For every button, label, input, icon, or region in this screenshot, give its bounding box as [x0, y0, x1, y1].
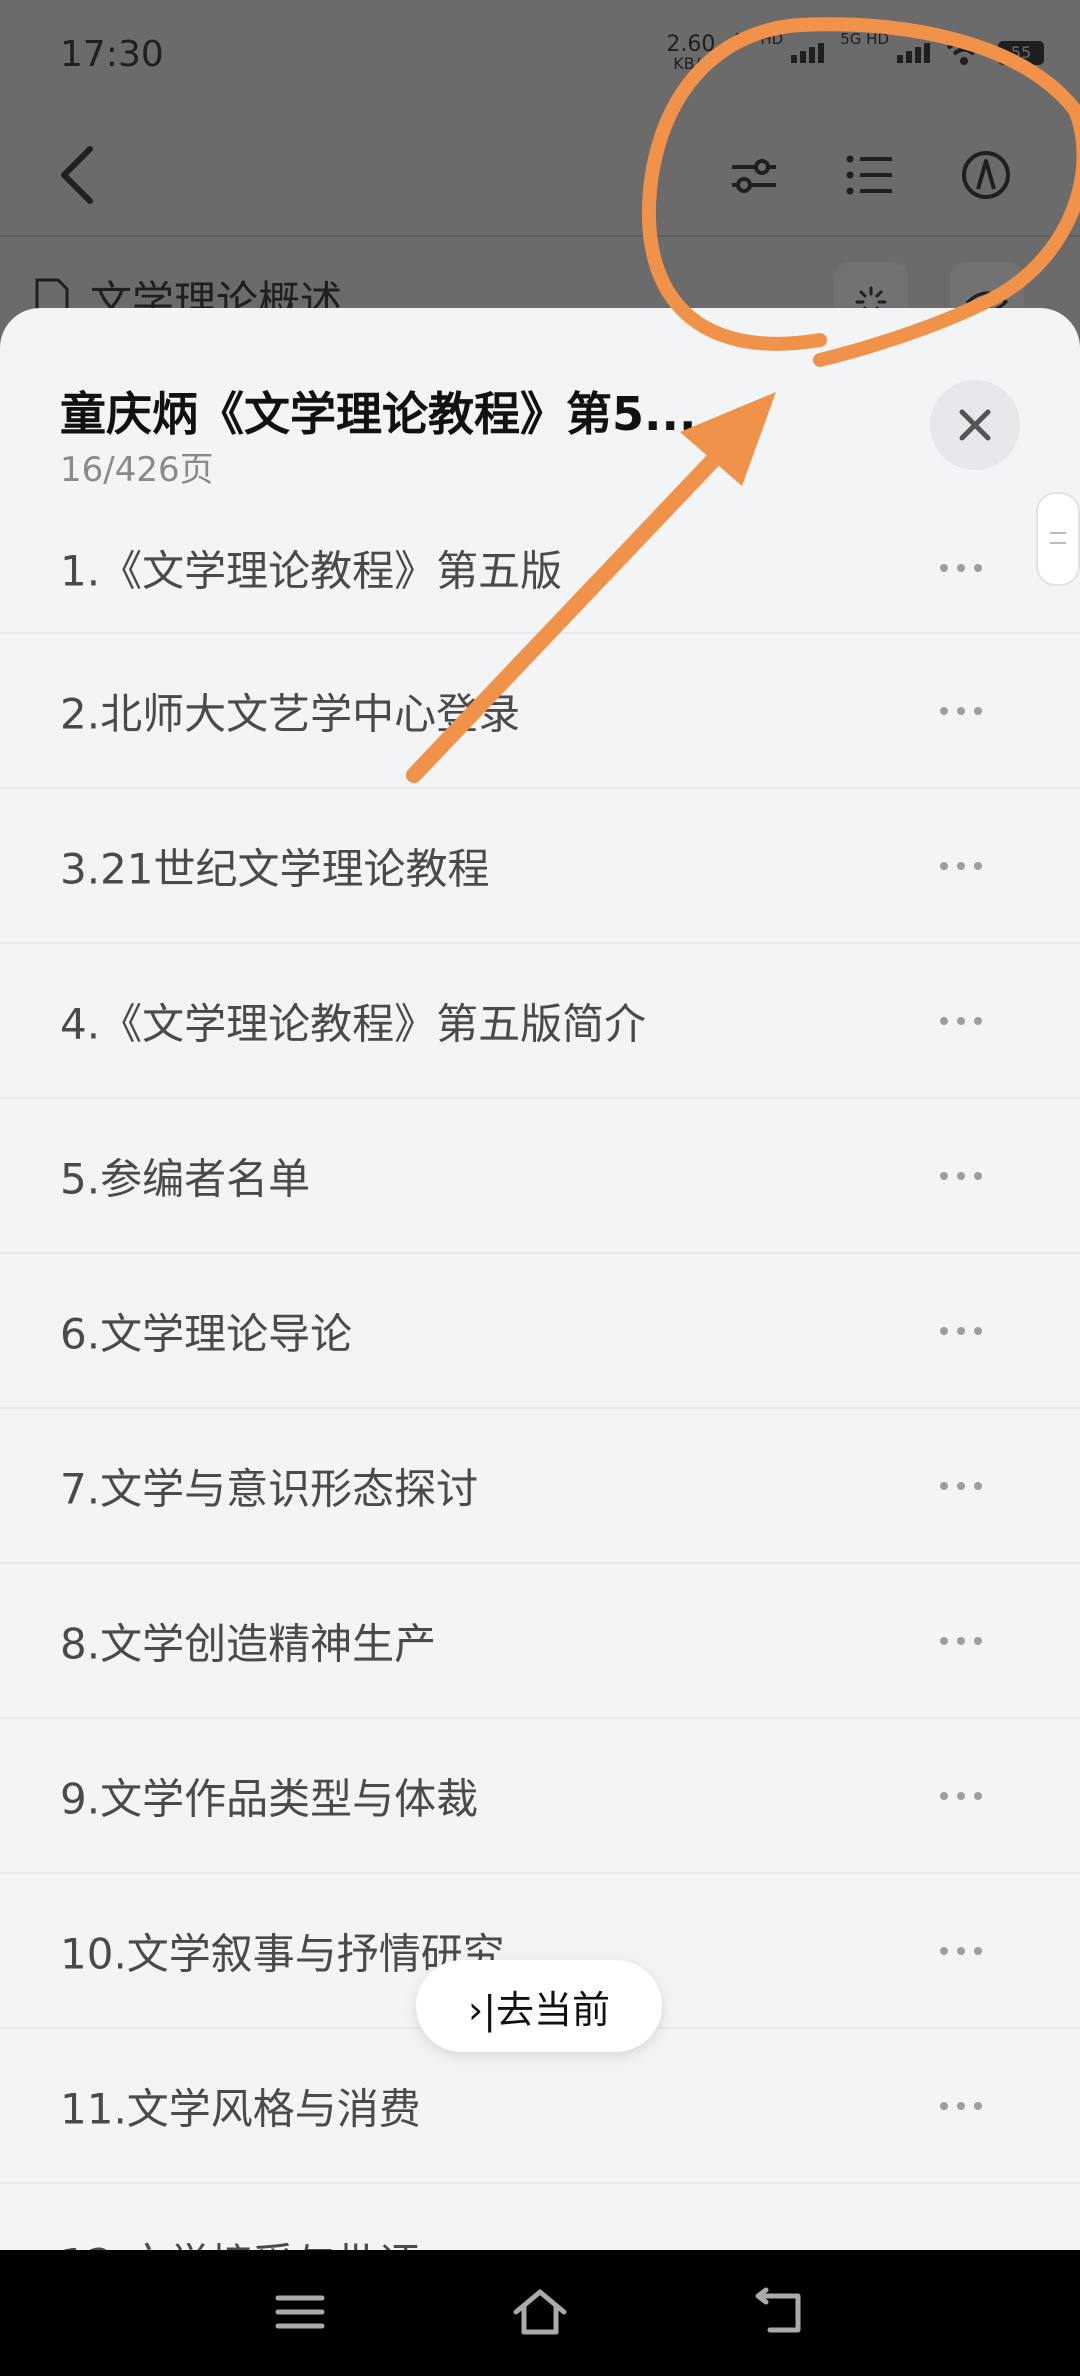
list-icon[interactable]	[840, 145, 900, 205]
status-icons: 2.60 KB/s 4G⁺HD 5G HD 55	[666, 30, 1044, 73]
close-icon	[959, 409, 991, 441]
toc-item-label: 1.《文学理论教程》第五版	[60, 546, 563, 596]
toc-item[interactable]: 6.文学理论导论	[0, 1254, 1080, 1409]
toolbar-divider	[0, 235, 1080, 237]
toc-item[interactable]: 1.《文学理论教程》第五版	[0, 504, 1080, 634]
more-icon[interactable]	[940, 2101, 982, 2110]
more-icon[interactable]	[940, 1171, 982, 1180]
more-icon[interactable]	[940, 706, 982, 715]
back-icon[interactable]	[58, 145, 98, 205]
toc-item-label: 9.文学作品类型与体裁	[60, 1774, 479, 1823]
status-time: 17:30	[60, 34, 164, 75]
toc-item[interactable]: 2.北师大文艺学中心登录	[0, 634, 1080, 789]
page-indicator: 16/426页	[60, 450, 214, 490]
toc-item-label: 4.《文学理论教程》第五版简介	[60, 999, 647, 1048]
more-icon[interactable]	[940, 564, 982, 572]
toc-item-label: 2.北师大文艺学中心登录	[60, 689, 521, 738]
menu-icon[interactable]	[270, 2282, 330, 2342]
network-label-2: 5G HD	[840, 30, 889, 48]
settings-sliders-icon[interactable]	[724, 145, 784, 205]
toc-item[interactable]: 11.文学风格与消费	[0, 2029, 1080, 2184]
toc-item-label: 7.文学与意识形态探讨	[60, 1464, 479, 1513]
toc-item[interactable]: 7.文学与意识形态探讨	[0, 1409, 1080, 1564]
toc-item[interactable]: 4.《文学理论教程》第五版简介	[0, 944, 1080, 1099]
toc-item-label: 12.文学接受与批评	[60, 2230, 421, 2250]
toc-item[interactable]: 3.21世纪文学理论教程	[0, 789, 1080, 944]
more-icon[interactable]	[940, 1946, 982, 1955]
signal-icon	[791, 43, 825, 63]
home-icon[interactable]	[510, 2282, 570, 2342]
toc-item[interactable]: 8.文学创造精神生产	[0, 1564, 1080, 1719]
more-icon[interactable]	[940, 1791, 982, 1800]
toc-item-label: 3.21世纪文学理论教程	[60, 844, 490, 893]
more-icon[interactable]	[940, 861, 982, 870]
more-icon[interactable]	[940, 1016, 982, 1025]
sheet-title: 童庆炳《文学理论教程》第5...	[60, 387, 697, 441]
toc-item-label: 11.文学风格与消费	[60, 2084, 421, 2133]
close-button[interactable]	[930, 380, 1020, 470]
background-app: 17:30 2.60 KB/s 4G⁺HD 5G HD 55 文学理论概述	[0, 0, 1080, 342]
toc-item-label: 8.文学创造精神生产	[60, 1619, 437, 1668]
battery-icon: 55	[998, 41, 1044, 65]
net-speed: 2.60 KB/s	[666, 32, 716, 73]
signal-icon-2	[897, 43, 930, 63]
pen-icon[interactable]	[956, 145, 1016, 205]
toc-item-label: 6.文学理论导论	[60, 1309, 353, 1358]
system-nav-bar	[0, 2250, 1080, 2376]
wifi-icon	[946, 39, 982, 65]
toc-item[interactable]: 5.参编者名单	[0, 1099, 1080, 1254]
more-icon[interactable]	[940, 1326, 982, 1335]
toc-sheet: 童庆炳《文学理论教程》第5... 16/426页 1.《文学理论教程》第五版 2…	[0, 308, 1080, 2250]
back-icon[interactable]	[750, 2282, 810, 2342]
toc-item[interactable]: 12.文学接受与批评	[0, 2184, 1080, 2250]
toc-item[interactable]: 9.文学作品类型与体裁	[0, 1719, 1080, 1874]
more-icon[interactable]	[940, 1636, 982, 1645]
network-label-1: 4G⁺HD	[731, 30, 784, 48]
goto-current-button[interactable]: ›|去当前	[416, 1960, 662, 2052]
more-icon[interactable]	[940, 1481, 982, 1490]
toc-item-label: 5.参编者名单	[60, 1154, 311, 1203]
